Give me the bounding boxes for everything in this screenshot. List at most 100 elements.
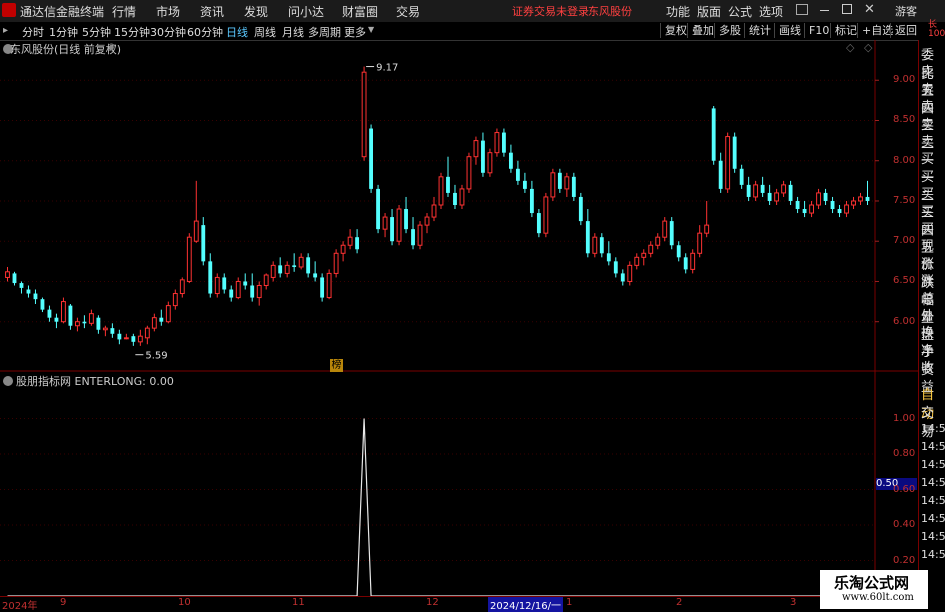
tool-draw[interactable]: 画线 [774,23,805,38]
candle-body [459,188,465,206]
candle [459,184,465,210]
candle-body [298,256,304,268]
candle-body [823,192,828,201]
minimize-icon[interactable] [820,10,829,11]
candle-body [165,305,171,323]
candle-body [74,321,80,327]
candle [487,148,493,177]
tick-time-label: 14:56 [921,422,945,435]
chart-diamond-icon[interactable]: ◇ [846,41,854,54]
skin-icon[interactable] [796,4,808,15]
main-chart-toggle-icon[interactable]: ◉ [107,42,116,53]
menu-quotes[interactable]: 行情 [112,3,136,20]
candle-body [151,317,157,329]
time-axis [0,596,918,610]
candle-body [417,224,423,246]
candle-body [137,335,143,343]
candle [858,192,863,205]
rank-badge[interactable]: 榜 [330,359,343,372]
candle-body [746,184,751,197]
menu-layout[interactable]: 版面 [697,3,721,20]
period-weekly[interactable]: 周线 [254,24,276,40]
tool-f10[interactable]: F10 [804,23,833,38]
candle-body [739,168,744,185]
candle-body [704,224,710,234]
candle-body [697,232,703,254]
maximize-icon[interactable] [842,4,852,14]
candle-body [404,209,408,230]
period-intraday[interactable]: 分时 [22,24,44,40]
candle [306,253,311,278]
period-daily[interactable]: 日线 [226,24,248,40]
menu-ask[interactable]: 问小达 [288,3,324,20]
period-60min[interactable]: 60分钟 [187,24,223,40]
candle [564,172,570,197]
candle [404,196,408,234]
candle [326,269,332,300]
menu-wealth[interactable]: 财富圈 [342,3,378,20]
candle [830,196,835,214]
menu-news[interactable]: 资讯 [200,3,224,20]
indicator-tick-label: 0.60 [893,483,916,495]
main-chart-title: 东风股份(日线 前复权) [3,41,121,57]
indicator-settings-icon[interactable] [3,376,13,386]
more-dropdown-icon[interactable]: ▼ [368,25,374,34]
candle-body [159,317,164,322]
kline-chart[interactable]: 9.17 5.59 [0,40,918,609]
price-tick-label: 7.00 [893,235,916,247]
candle-body [54,317,59,322]
candle [284,261,290,278]
candle-body [774,192,780,202]
candle-body [284,264,290,274]
candle-body [347,236,353,246]
menu-formula[interactable]: 公式 [728,3,752,20]
candle [809,200,814,218]
quote-panel: 委比 卖五 卖四 卖三 卖二 卖一 买一 买二 买三 买四 买五 现价 涨跌 涨幅 总量 外盘 换手 净资 收益 自动… [918,40,945,609]
menu-options[interactable]: 选项 [759,3,783,20]
tick-time-label: 14:56 [921,548,945,561]
candle [159,309,164,326]
collapse-icon[interactable]: ▸ [3,25,8,36]
candle-body [676,245,681,258]
price-tick-label: 9.00 [893,74,916,86]
candle [711,106,716,165]
stock-name-link[interactable]: 东风股份 [588,3,632,19]
menu-function[interactable]: 功能 [666,3,690,20]
guest-label[interactable]: 游客 [895,3,917,19]
candle [494,128,500,157]
period-15min[interactable]: 15分钟 [114,24,150,40]
tool-multi-stock[interactable]: 多股 [714,23,745,38]
period-5min[interactable]: 5分钟 [82,24,111,40]
candle [502,128,506,157]
candle [634,253,640,270]
chart-lock-icon[interactable]: ◇ [864,41,872,54]
period-more[interactable]: 更多 [344,24,366,40]
candle [774,188,780,205]
close-icon[interactable]: ✕ [864,2,875,17]
candle [361,66,367,161]
candle-body [543,196,549,234]
candle [12,271,17,286]
candle [382,213,388,238]
menu-trade[interactable]: 交易 [396,3,420,20]
indicator-tick-label: 0.40 [893,519,916,530]
period-30min[interactable]: 30分钟 [150,24,186,40]
annotation-label: 9.17 [376,63,398,74]
candle-body [40,299,45,310]
trade-login-status[interactable]: 证券交易未登录 [512,3,589,19]
menu-discover[interactable]: 发现 [244,3,268,20]
candle [543,192,549,238]
tool-stats[interactable]: 统计 [744,23,775,38]
tool-back[interactable]: 返回 [890,23,921,38]
menu-market[interactable]: 市场 [156,3,180,20]
candle [110,323,115,338]
candle-body [47,309,52,318]
candle-body [208,261,213,294]
period-1min[interactable]: 1分钟 [49,24,78,40]
candle [179,277,185,298]
candle [473,136,479,165]
candle-body [33,293,38,300]
candle-body [201,225,206,262]
period-monthly[interactable]: 月线 [282,24,304,40]
period-multi[interactable]: 多周期 [308,24,341,40]
